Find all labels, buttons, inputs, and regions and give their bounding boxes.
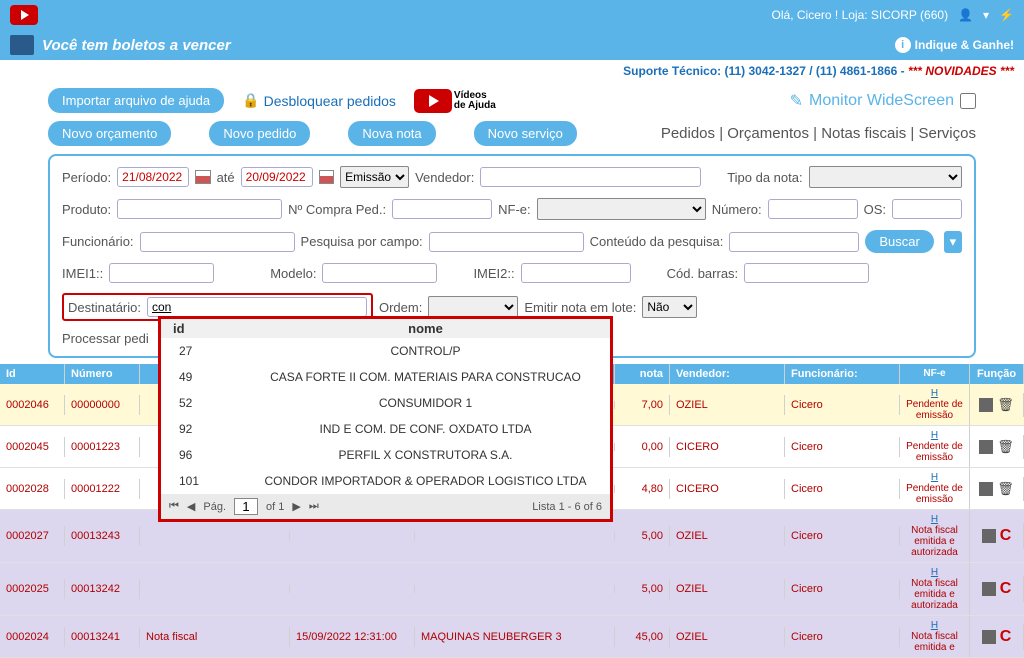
- nav-row: Novo orçamento Novo pedido Nova nota Nov…: [0, 119, 1024, 154]
- nova-nota-button[interactable]: Nova nota: [348, 121, 435, 146]
- nfe-select[interactable]: [537, 198, 706, 220]
- trash-icon[interactable]: 🗑: [997, 481, 1014, 497]
- list-icon[interactable]: [982, 529, 996, 543]
- tab-pedidos[interactable]: Pedidos: [661, 125, 715, 142]
- list-icon[interactable]: [979, 440, 993, 454]
- vendedor-input[interactable]: [480, 167, 701, 187]
- last-page-icon[interactable]: ⏭: [309, 500, 319, 513]
- novo-servico-button[interactable]: Novo serviço: [474, 121, 577, 146]
- table-row[interactable]: 0002024 00013241 Nota fiscal 15/09/2022 …: [0, 616, 1024, 658]
- toolbar: Importar arquivo de ajuda 🔒 Desbloquear …: [0, 82, 1024, 119]
- support-line: Suporte Técnico: (11) 3042-1327 / (11) 4…: [0, 60, 1024, 82]
- processar-label: Processar pedi: [62, 331, 149, 346]
- edit-icon: ✎: [790, 91, 803, 111]
- topbar: Olá, Cicero ! Loja: SICORP (660) 👤 ▾ ⚡: [0, 0, 1024, 30]
- greeting: Olá, Cicero ! Loja: SICORP (660): [772, 8, 949, 22]
- buscar-button[interactable]: Buscar: [865, 230, 933, 253]
- info-icon: i: [895, 37, 911, 53]
- trash-icon[interactable]: 🗑: [997, 439, 1014, 455]
- compra-input[interactable]: [392, 199, 492, 219]
- first-page-icon[interactable]: ⏮: [169, 500, 179, 513]
- desbloquear-link[interactable]: 🔒 Desbloquear pedidos: [242, 92, 396, 109]
- novo-orcamento-button[interactable]: Novo orçamento: [48, 121, 171, 146]
- caret-icon[interactable]: ▾: [983, 8, 989, 22]
- computer-icon: [10, 35, 34, 55]
- popup-pager: ⏮ ◀ Pág. of 1 ▶ ⏭ Lista 1 - 6 of 6: [161, 494, 610, 519]
- next-page-icon[interactable]: ▶: [292, 500, 300, 513]
- youtube-icon: [414, 89, 452, 113]
- lock-icon: 🔒: [242, 92, 259, 109]
- monitor-widescreen[interactable]: ✎ Monitor WideScreen: [790, 91, 976, 111]
- autocomplete-item[interactable]: 92IND E COM. DE CONF. OXDATO LTDA: [161, 416, 610, 442]
- list-icon[interactable]: [982, 582, 996, 596]
- importar-button[interactable]: Importar arquivo de ajuda: [48, 88, 224, 113]
- novo-pedido-button[interactable]: Novo pedido: [209, 121, 310, 146]
- list-icon[interactable]: [979, 482, 993, 496]
- autocomplete-item[interactable]: 101CONDOR IMPORTADOR & OPERADOR LOGISTIC…: [161, 468, 610, 494]
- funcionario-input[interactable]: [140, 232, 295, 252]
- cancel-icon[interactable]: C: [1000, 527, 1012, 545]
- tab-orcamentos[interactable]: Orçamentos: [727, 125, 809, 142]
- imei1-input[interactable]: [109, 263, 214, 283]
- numero-input[interactable]: [768, 199, 858, 219]
- videos-ajuda-link[interactable]: Vídeosde Ajuda: [414, 89, 496, 113]
- destinatario-autocomplete: id nome 27CONTROL/P49CASA FORTE II COM. …: [158, 316, 613, 522]
- emissao-select[interactable]: Emissão: [340, 166, 409, 188]
- tab-servicos[interactable]: Serviços: [918, 125, 976, 142]
- cod-barras-input[interactable]: [744, 263, 869, 283]
- youtube-icon[interactable]: [10, 5, 38, 25]
- page-number-input[interactable]: [234, 498, 258, 515]
- autocomplete-item[interactable]: 49CASA FORTE II COM. MATERIAIS PARA CONS…: [161, 364, 610, 390]
- user-icon[interactable]: 👤: [958, 8, 973, 22]
- autocomplete-item[interactable]: 52CONSUMIDOR 1: [161, 390, 610, 416]
- lote-select[interactable]: Não: [642, 296, 697, 318]
- pesquisa-campo-input[interactable]: [429, 232, 584, 252]
- prev-page-icon[interactable]: ◀: [187, 500, 195, 513]
- calendar-icon[interactable]: [319, 170, 334, 184]
- data-ate-input[interactable]: [241, 167, 313, 187]
- bolt-icon[interactable]: ⚡: [999, 8, 1014, 22]
- calendar-icon[interactable]: [195, 170, 210, 184]
- novidades-link[interactable]: *** NOVIDADES ***: [908, 64, 1014, 78]
- tipo-nota-select[interactable]: [809, 166, 962, 188]
- tab-notas[interactable]: Notas fiscais: [821, 125, 906, 142]
- subbar: Você tem boletos a vencer i Indique & Ga…: [0, 30, 1024, 60]
- cancel-icon[interactable]: C: [1000, 628, 1012, 646]
- imei2-input[interactable]: [521, 263, 631, 283]
- produto-input[interactable]: [117, 199, 282, 219]
- destinatario-input[interactable]: [147, 297, 367, 317]
- cancel-icon[interactable]: C: [1000, 580, 1012, 598]
- os-input[interactable]: [892, 199, 962, 219]
- modelo-input[interactable]: [322, 263, 437, 283]
- autocomplete-item[interactable]: 96PERFIL X CONSTRUTORA S.A.: [161, 442, 610, 468]
- autocomplete-item[interactable]: 27CONTROL/P: [161, 338, 610, 364]
- nav-links: Pedidos | Orçamentos | Notas fiscais | S…: [661, 125, 976, 142]
- list-icon[interactable]: [979, 398, 993, 412]
- table-row[interactable]: 0002025 00013242 5,00 OZIEL Cicero HNota…: [0, 563, 1024, 616]
- ordem-select[interactable]: [428, 296, 518, 318]
- widescreen-checkbox[interactable]: [960, 93, 976, 109]
- trash-icon[interactable]: 🗑: [997, 397, 1014, 413]
- indique-link[interactable]: i Indique & Ganhe!: [895, 37, 1014, 53]
- boletos-warning[interactable]: Você tem boletos a vencer: [42, 37, 231, 54]
- data-de-input[interactable]: [117, 167, 189, 187]
- conteudo-input[interactable]: [729, 232, 859, 252]
- expand-icon[interactable]: ▾: [944, 231, 962, 253]
- list-icon[interactable]: [982, 630, 996, 644]
